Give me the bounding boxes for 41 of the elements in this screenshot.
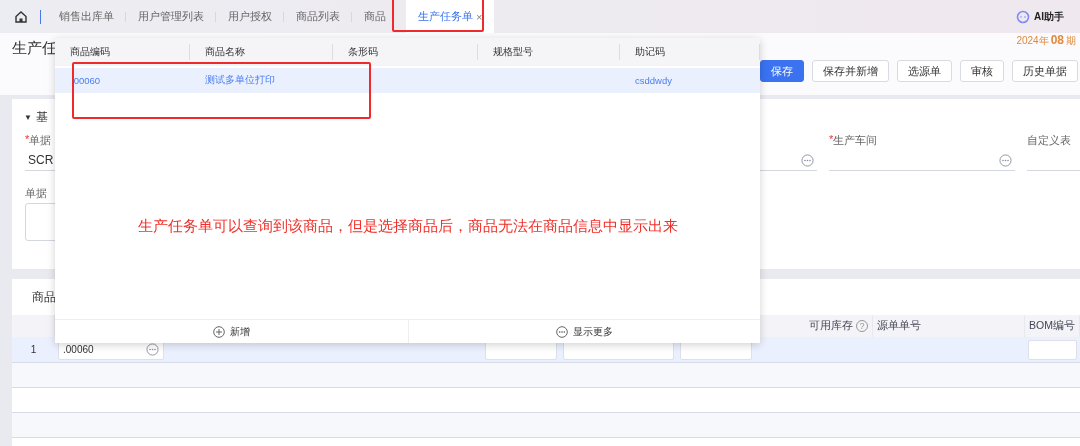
collapse-icon[interactable]: ▼ xyxy=(24,113,32,122)
toolbar-button[interactable]: 保存 xyxy=(760,60,804,82)
field-label: 单据 xyxy=(29,133,52,147)
required-mark: * xyxy=(829,133,834,147)
period-year: 2024年 xyxy=(1016,34,1049,48)
tab[interactable]: 用户管理列表 xyxy=(126,0,216,33)
field-label: 单据 xyxy=(25,186,48,200)
required-mark: * xyxy=(25,133,30,145)
table-cell: .00060 xyxy=(71,75,101,86)
tab[interactable]: 用户授权 xyxy=(216,0,284,33)
toolbar-button[interactable]: 选源单 xyxy=(897,60,952,82)
more-button[interactable]: 显示更多 xyxy=(407,320,760,343)
table-cell: csddwdy xyxy=(635,75,672,86)
column-header: 源单单号 xyxy=(877,319,921,333)
period-month: 08 xyxy=(1050,33,1064,47)
page-title: 生产任 xyxy=(12,39,57,58)
close-icon[interactable]: × xyxy=(476,10,483,23)
assistant-button[interactable]: AI助手 xyxy=(1016,9,1064,24)
period-suffix: 期 xyxy=(1066,34,1076,48)
column-header: 商品名称 xyxy=(205,45,245,59)
toolbar-button[interactable]: 历史单据 xyxy=(1012,60,1078,82)
column-header: BOM编号 xyxy=(1029,319,1075,333)
tab[interactable]: 生产任务单 × xyxy=(406,0,495,33)
section-title: 商品 xyxy=(31,288,57,306)
tab[interactable]: 商品 xyxy=(352,0,398,33)
column-header: 条形码 xyxy=(348,45,378,59)
column-header: 可用库存 xyxy=(809,319,853,333)
column-header: 规格型号 xyxy=(493,45,533,59)
field-label: 自定义表 xyxy=(1027,133,1071,147)
tab[interactable]: 销售出库单 xyxy=(47,0,126,33)
field-label: 生产车间 xyxy=(833,133,878,147)
toolbar-button[interactable]: 保存并新增 xyxy=(812,60,889,82)
row-number: 1 xyxy=(29,343,38,357)
annotation-text: 生产任务单可以查询到该商品，但是选择商品后，商品无法在商品信息中显示出来 xyxy=(137,216,678,236)
section-title: 基 xyxy=(35,109,48,126)
table-cell: 测试多单位打印 xyxy=(205,74,275,87)
column-header: 商品编码 xyxy=(70,45,110,59)
tab[interactable]: 商品列表 xyxy=(284,0,352,33)
result-row[interactable]: .00060 测试多单位打印 csddwdy xyxy=(55,68,760,93)
toolbar-button[interactable]: 审核 xyxy=(960,60,1004,82)
column-header: 助记码 xyxy=(635,45,665,59)
